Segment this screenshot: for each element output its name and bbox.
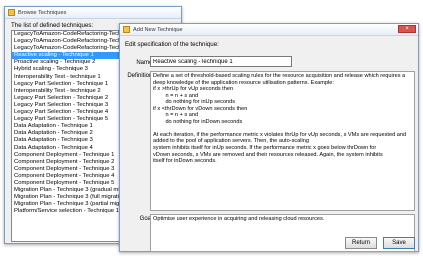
add-window-title: Add New Technique — [133, 26, 183, 33]
app-window-icon — [8, 9, 15, 16]
name-label: Name: — [136, 60, 154, 66]
browse-window-title: Browse Techniques — [18, 9, 67, 16]
name-field[interactable] — [150, 56, 292, 67]
definition-label: Definition: — [127, 73, 154, 79]
add-titlebar[interactable]: Add New Technique × — [120, 24, 418, 36]
technique-list-label: The list of defined techniques: — [11, 22, 94, 29]
app-window-icon — [123, 26, 130, 33]
close-icon[interactable]: × — [398, 25, 416, 33]
definition-textarea[interactable]: Define a set of threshold-based scaling … — [150, 71, 415, 211]
edit-spec-header: Edit specification of the technique: — [125, 41, 219, 48]
browse-titlebar[interactable]: Browse Techniques — [5, 7, 181, 19]
return-button[interactable]: Return — [345, 237, 377, 249]
save-button[interactable]: Save — [383, 237, 415, 249]
goal-label: Goal: — [139, 216, 154, 222]
add-technique-window: Add New Technique × Edit specification o… — [119, 23, 419, 252]
